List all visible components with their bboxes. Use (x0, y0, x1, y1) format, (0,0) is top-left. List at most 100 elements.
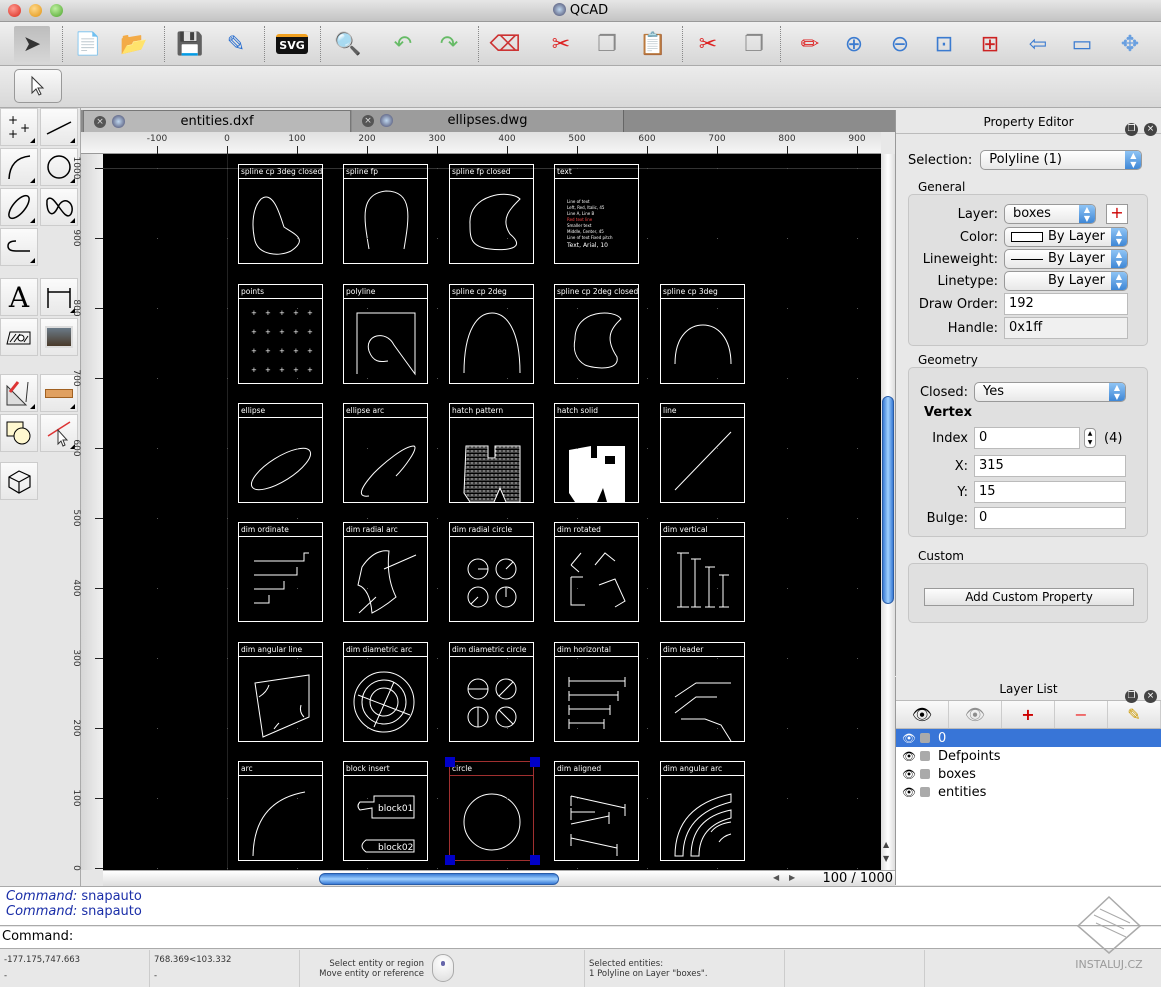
drawing-tile[interactable]: dim diametric circle (449, 642, 534, 742)
horizontal-scrollbar[interactable]: ◀ ▶ 100 / 1000 (103, 870, 895, 886)
drawing-tile[interactable]: dim ordinate (238, 522, 323, 622)
drawing-tile[interactable]: spline fp closed (449, 164, 534, 264)
layer-lock-icon[interactable] (920, 787, 930, 797)
draw-pencil-button[interactable]: ✏ (792, 26, 828, 62)
vertical-scroll-thumb[interactable] (882, 396, 894, 604)
text-tool[interactable]: A (0, 278, 38, 316)
vertex-y-input[interactable]: 15 (974, 481, 1126, 503)
remove-layer-button[interactable]: − (1055, 701, 1108, 728)
zoom-out-button[interactable]: ⊖ (882, 26, 918, 62)
drawing-tile[interactable]: polyline (343, 284, 428, 384)
lineweight-dropdown[interactable]: By Layer ▲ ▼ (1004, 249, 1128, 269)
drawing-tile[interactable]: dim diametric arc (343, 642, 428, 742)
save-as-button[interactable]: ✎ (218, 26, 254, 62)
drawing-tile[interactable]: dim radial arc (343, 522, 428, 622)
pointer-button[interactable] (14, 69, 62, 103)
snap-tool[interactable] (0, 374, 38, 412)
layer-row[interactable]: 👁 0 (896, 729, 1161, 747)
save-button[interactable]: 💾 (172, 26, 208, 62)
block-tool[interactable] (0, 462, 38, 500)
selection-dropdown[interactable]: Polyline (1) ▲ ▼ (980, 150, 1143, 170)
window-minimize-button[interactable] (29, 4, 42, 17)
drawing-tile[interactable]: spline cp 2deg closed (554, 284, 639, 384)
zoom-selection-button[interactable]: ⊞ (972, 26, 1008, 62)
drawing-tile[interactable]: spline cp 2deg (449, 284, 534, 384)
window-zoom-button[interactable] (50, 4, 63, 17)
zoom-in-button[interactable]: ⊕ (836, 26, 872, 62)
layer-row[interactable]: 👁 entities (896, 783, 1161, 801)
scroll-up-arrow[interactable]: ▲ (883, 840, 889, 849)
drawing-tile[interactable]: dim radial circle (449, 522, 534, 622)
vertex-index-input[interactable]: 0 (974, 427, 1080, 449)
copy-with-reference-button[interactable]: ❐ (736, 26, 772, 62)
add-custom-property-button[interactable]: Add Custom Property (924, 588, 1134, 606)
drawing-tile[interactable]: hatch solid (554, 403, 639, 503)
layer-visibility-eye-icon[interactable]: 👁 (902, 732, 916, 745)
arc-tool[interactable] (0, 148, 38, 186)
paste-clipboard-button[interactable]: 📋 (635, 26, 671, 62)
vertex-x-input[interactable]: 315 (974, 455, 1126, 477)
scroll-down-arrow[interactable]: ▼ (883, 854, 889, 863)
delete-eraser-button[interactable]: ⌫ (487, 26, 523, 62)
cut-scissors-button[interactable]: ✂ (543, 26, 579, 62)
drawing-tile[interactable]: text Line of text Left, Red, Italic, 45 Lin… (554, 164, 639, 264)
layer-row[interactable]: 👁 Defpoints (896, 747, 1161, 765)
drawing-tile[interactable]: dim rotated (554, 522, 639, 622)
drawing-tile[interactable]: spline fp (343, 164, 428, 264)
color-dropdown[interactable]: By Layer ▲ ▼ (1004, 227, 1128, 247)
image-tool[interactable] (40, 318, 78, 356)
drawing-tile[interactable]: arc (238, 761, 323, 861)
drawing-tile[interactable]: circle (445, 757, 540, 865)
drawing-tile[interactable]: points + + + + + + + + + + + + + + + + + + + + (238, 284, 323, 384)
select-pointer-button[interactable]: ➤ (14, 26, 50, 62)
command-input[interactable]: Command: (0, 927, 1161, 949)
drawing-tile[interactable]: spline cp 3deg closed (238, 164, 323, 264)
close-panel-icon[interactable]: × (1144, 123, 1157, 136)
show-all-layers-button[interactable]: 👁 (896, 701, 949, 728)
drawing-tile[interactable]: dim horizontal (554, 642, 639, 742)
polyline-tool[interactable] (0, 228, 38, 266)
layer-lock-icon[interactable] (920, 769, 930, 779)
drawing-canvas[interactable]: spline cp 3deg closed spline fp spline fp … (103, 154, 881, 870)
ellipse-tool[interactable] (0, 188, 38, 226)
zoom-window-button[interactable]: ▭ (1064, 26, 1100, 62)
hatch-tool[interactable] (0, 318, 38, 356)
drawing-tile[interactable]: dim angular arc (660, 761, 745, 861)
layer-dropdown[interactable]: boxes ▲ ▼ (1004, 204, 1096, 224)
copy-button[interactable]: ❐ (589, 26, 625, 62)
scroll-right-arrow[interactable]: ▶ (789, 873, 795, 882)
float-panel-icon[interactable]: ❐ (1125, 690, 1138, 703)
layer-lock-icon[interactable] (920, 733, 930, 743)
horizontal-scroll-thumb[interactable] (319, 873, 559, 885)
drawing-tile[interactable]: ellipse arc (343, 403, 428, 503)
layer-row[interactable]: 👁 boxes (896, 765, 1161, 783)
drawing-tile[interactable]: line (660, 403, 745, 503)
zoom-previous-button[interactable]: ⇦ (1020, 26, 1056, 62)
zoom-auto-button[interactable]: ⊡ (926, 26, 962, 62)
window-close-button[interactable] (8, 4, 21, 17)
layer-lock-icon[interactable] (920, 751, 930, 761)
hide-all-layers-button[interactable]: 👁 (949, 701, 1002, 728)
drawing-tile[interactable]: block insert block01 block02 (343, 761, 428, 861)
drawing-tile[interactable]: ellipse (238, 403, 323, 503)
linetype-dropdown[interactable]: By Layer ▲ ▼ (1004, 271, 1128, 291)
close-tab-icon[interactable]: × (362, 115, 374, 127)
modify-tool[interactable] (0, 414, 38, 452)
points-tool[interactable]: + + + (0, 108, 38, 146)
vertex-index-stepper[interactable]: ▲ ▼ (1084, 428, 1096, 448)
drawing-tile[interactable]: dim vertical (660, 522, 745, 622)
layer-visibility-eye-icon[interactable]: 👁 (902, 750, 916, 763)
layer-visibility-eye-icon[interactable]: 👁 (902, 786, 916, 799)
vertical-scrollbar[interactable]: ▲ ▼ (881, 154, 895, 870)
float-panel-icon[interactable]: ❐ (1125, 123, 1138, 136)
drawing-tile[interactable]: hatch pattern (449, 403, 534, 503)
drawing-tile[interactable]: dim aligned (554, 761, 639, 861)
selection-grip-handle[interactable] (530, 757, 540, 767)
drawing-tile[interactable]: dim leader (660, 642, 745, 742)
cut-with-reference-button[interactable]: ✂ (690, 26, 726, 62)
svg-export-button[interactable]: SVG (274, 26, 310, 62)
add-layer-button[interactable]: + (1106, 204, 1128, 224)
drawing-tile[interactable]: spline cp 3deg (660, 284, 745, 384)
tab-ellipses-dwg[interactable]: × ellipses.dwg (352, 110, 624, 132)
undo-button[interactable]: ↶ (385, 26, 421, 62)
